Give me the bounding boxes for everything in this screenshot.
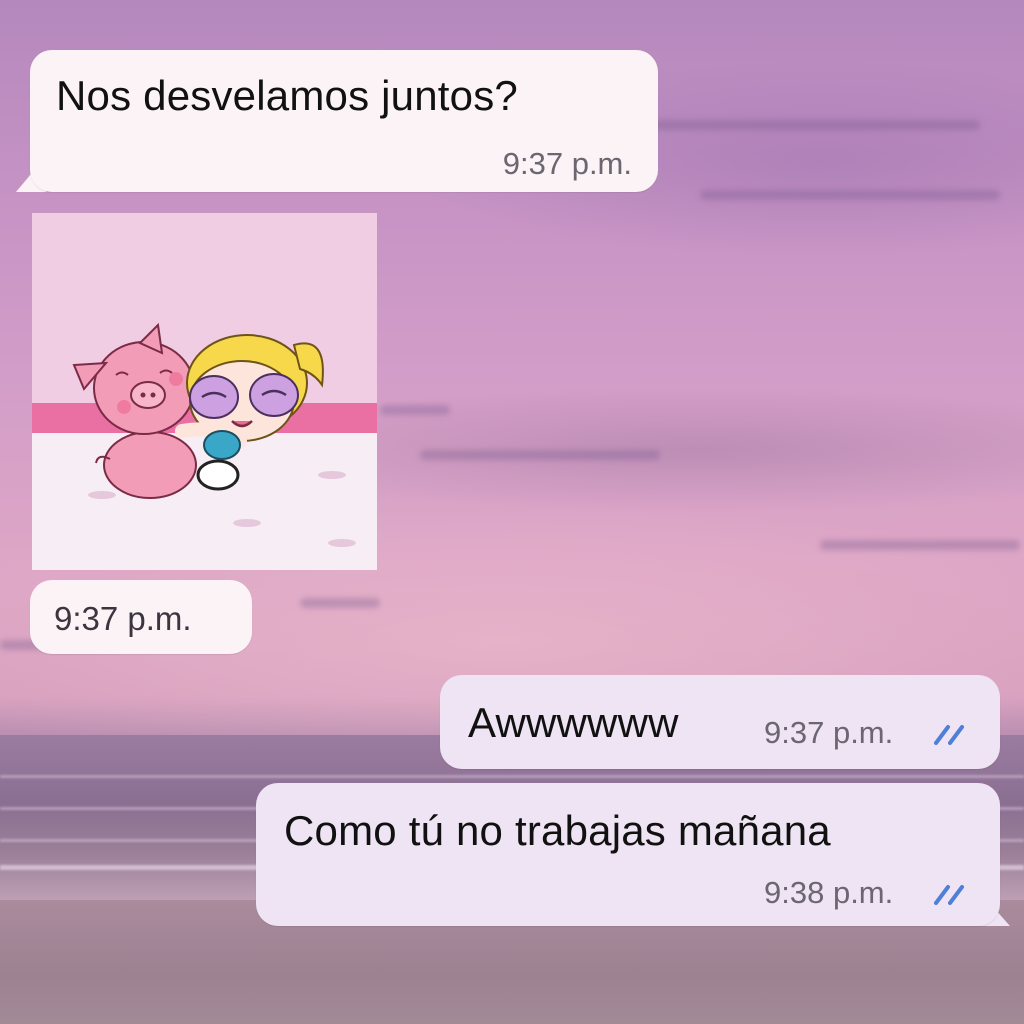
read-check-icon [934,885,964,905]
message-timestamp: 9:37 p.m. [502,146,632,181]
sticker-image[interactable] [32,213,377,570]
cloud [380,405,450,415]
message-timestamp: 9:37 p.m. [764,715,894,750]
message-text: Como tú no trabajas mañana [284,807,831,854]
cloud [820,540,1020,550]
cloud [300,598,380,608]
piglet-hug-sticker-icon [32,213,377,570]
read-check-icon [934,725,964,745]
cloud [640,120,980,130]
cloud [700,190,1000,200]
cloud [420,450,660,460]
message-timestamp: 9:37 p.m. [54,600,192,637]
message-bubble[interactable]: Awwwwww 9:37 p.m. [440,675,1000,769]
message-timestamp: 9:38 p.m. [764,875,894,910]
message-text: Nos desvelamos juntos? [56,72,518,119]
image-timestamp-bubble: 9:37 p.m. [30,580,252,654]
message-bubble[interactable]: Nos desvelamos juntos? 9:37 p.m. [30,50,658,192]
message-text: Awwwwww [468,699,679,746]
message-bubble[interactable]: Como tú no trabajas mañana 9:38 p.m. [256,783,1000,926]
wave [0,775,1024,778]
